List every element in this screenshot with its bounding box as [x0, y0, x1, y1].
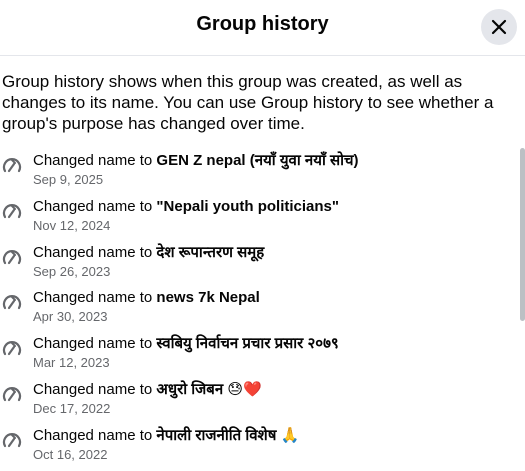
history-prefix: Changed name to	[33, 380, 157, 398]
name-change-icon	[2, 203, 22, 218]
history-list: Changed name to GEN Z nepal (नयाँ युवा न…	[0, 150, 515, 471]
history-item: Changed name to देश रूपान्तरण समूह Sep 2…	[0, 242, 515, 288]
name-change-icon	[2, 249, 22, 264]
name-change-icon	[2, 295, 22, 310]
history-date: Sep 9, 2025	[33, 172, 104, 187]
history-prefix: Changed name to	[33, 426, 157, 444]
history-date: Sep 26, 2023	[33, 263, 111, 279]
history-date: Mar 12, 2023	[33, 355, 110, 371]
group-name: स्वबियु निर्वाचन प्रचार प्रसार २०७९	[156, 335, 339, 353]
close-icon	[491, 19, 507, 35]
name-change-icon	[2, 387, 22, 402]
scrollbar[interactable]	[520, 148, 525, 321]
group-history-description: Group history shows when this group was …	[2, 72, 494, 133]
history-date: Oct 16, 2022	[33, 446, 108, 462]
history-date: Apr 30, 2023	[33, 309, 108, 325]
history-date: Dec 17, 2022	[33, 400, 111, 416]
history-item: Changed name to news 7k Nepal Apr 30, 20…	[0, 287, 515, 333]
name-change-icon	[2, 158, 22, 173]
group-name: नेपाली राजनीति विशेष 🙏	[156, 426, 300, 444]
history-item: Changed name to स्वबियु निर्वाचन प्रचार …	[0, 333, 515, 379]
group-name: GEN Z nepal (नयाँ युवा नयाँ सोच)	[156, 152, 359, 169]
history-date: Nov 12, 2024	[33, 217, 111, 233]
close-button[interactable]	[481, 9, 517, 45]
history-item: Changed name to GEN Z nepal (नयाँ युवा न…	[0, 150, 515, 196]
history-prefix: Changed name to	[33, 243, 157, 261]
dialog-header: Group history	[0, 0, 525, 56]
group-name: "Nepali youth politicians"	[156, 197, 339, 215]
history-item: Changed name to "Nepali youth politician…	[0, 196, 515, 242]
history-prefix: Changed name to	[33, 335, 157, 353]
history-item: Changed name to अधुरो जिबन 😓❤️ Dec 17, 2…	[0, 379, 515, 425]
dialog-title: Group history	[196, 13, 329, 35]
history-prefix: Changed name to	[33, 152, 157, 169]
group-name: देश रूपान्तरण समूह	[156, 243, 265, 261]
history-prefix: Changed name to	[33, 197, 157, 215]
name-change-icon	[2, 341, 22, 356]
history-prefix: Changed name to	[33, 289, 157, 307]
group-name: अधुरो जिबन 😓❤️	[156, 380, 262, 398]
name-change-icon	[2, 432, 22, 447]
group-name: news 7k Nepal	[156, 289, 260, 307]
history-item: Changed name to नेपाली राजनीति विशेष 🙏 O…	[0, 425, 515, 471]
